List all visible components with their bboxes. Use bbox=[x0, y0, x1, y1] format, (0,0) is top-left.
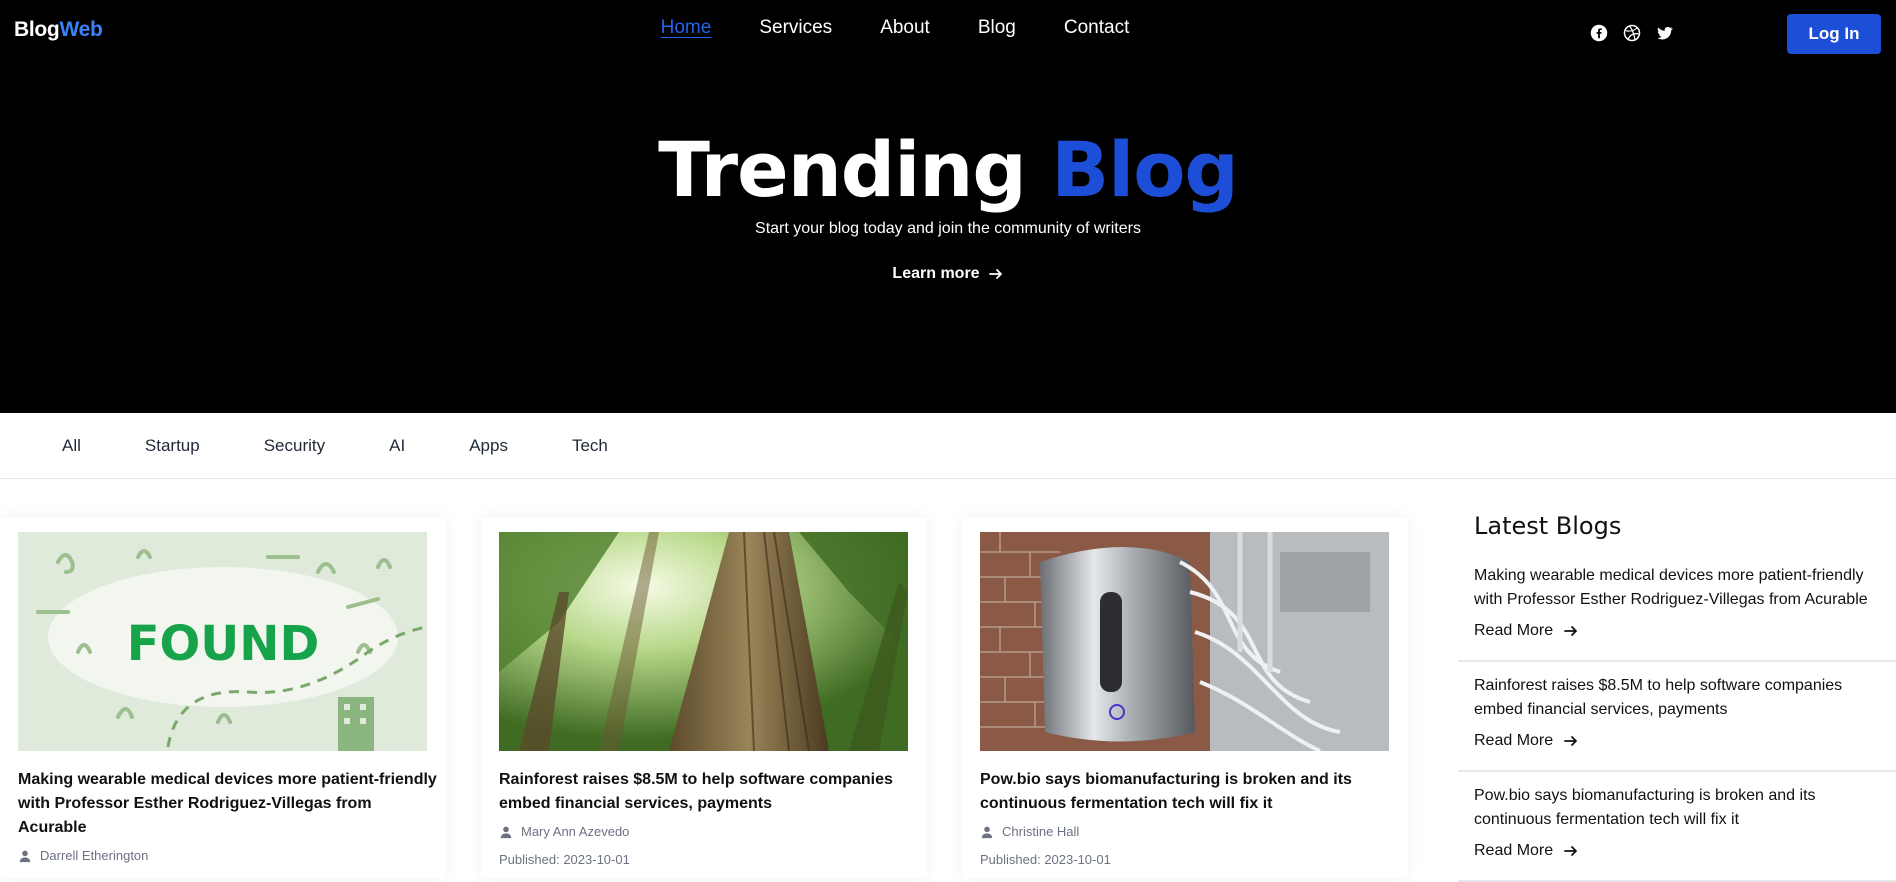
hero-subtitle: Start your blog today and join the commu… bbox=[755, 220, 1141, 237]
arrow-right-icon bbox=[1564, 846, 1578, 856]
facebook-icon[interactable] bbox=[1590, 24, 1608, 42]
twitter-icon[interactable] bbox=[1656, 24, 1674, 42]
card-author: Christine Hall bbox=[980, 824, 1079, 839]
tab-security[interactable]: Security bbox=[264, 436, 325, 456]
latest-blog-title[interactable]: Rainforest raises $8.5M to help software… bbox=[1474, 674, 1894, 722]
card-title[interactable]: Pow.bio says biomanufacturing is broken … bbox=[980, 768, 1400, 816]
read-more-link[interactable]: Read More bbox=[1474, 842, 1579, 860]
read-more-label: Read More bbox=[1474, 622, 1554, 639]
image-found-text: FOUND bbox=[127, 616, 320, 672]
category-tabs: All Startup Security AI Apps Tech bbox=[0, 413, 1896, 479]
learn-more-link[interactable]: Learn more bbox=[0, 265, 1896, 283]
hero-title-part2: Blog bbox=[1051, 125, 1239, 214]
read-more-label: Read More bbox=[1474, 842, 1554, 859]
tab-apps[interactable]: Apps bbox=[469, 436, 508, 456]
blog-card[interactable]: Rainforest raises $8.5M to help software… bbox=[481, 518, 927, 878]
nav-contact[interactable]: Contact bbox=[1064, 17, 1129, 39]
hero-section: BlogWeb Home Services About Blog Contact… bbox=[0, 0, 1896, 413]
latest-blog-item: Rainforest raises $8.5M to help software… bbox=[1458, 674, 1896, 772]
tab-ai[interactable]: AI bbox=[389, 436, 405, 456]
blog-card[interactable]: FOUND Making wearable medical devices mo… bbox=[0, 518, 446, 878]
read-more-label: Read More bbox=[1474, 732, 1554, 749]
latest-blog-title[interactable]: Making wearable medical devices more pat… bbox=[1474, 564, 1894, 612]
card-image-bioreactor[interactable] bbox=[980, 532, 1389, 751]
login-button[interactable]: Log In bbox=[1787, 14, 1881, 54]
card-author-name: Christine Hall bbox=[1002, 824, 1080, 839]
latest-blog-item: Pow.bio says biomanufacturing is broken … bbox=[1458, 784, 1896, 882]
dribbble-icon[interactable] bbox=[1623, 24, 1641, 42]
arrow-right-icon bbox=[1564, 626, 1578, 636]
card-title[interactable]: Rainforest raises $8.5M to help software… bbox=[499, 768, 919, 816]
latest-blog-item: Making wearable medical devices more pat… bbox=[1458, 564, 1896, 662]
read-more-link[interactable]: Read More bbox=[1474, 732, 1579, 750]
card-author-name: Darrell Etherington bbox=[40, 848, 149, 863]
hero-title: Trending Blog bbox=[0, 125, 1896, 214]
latest-blog-title[interactable]: Pow.bio says biomanufacturing is broken … bbox=[1474, 784, 1894, 832]
card-image-found[interactable]: FOUND bbox=[18, 532, 427, 751]
user-icon bbox=[981, 826, 993, 838]
latest-blogs-heading: Latest Blogs bbox=[1474, 512, 1622, 540]
arrow-right-icon bbox=[988, 269, 1002, 279]
nav-home[interactable]: Home bbox=[661, 17, 712, 39]
nav-blog[interactable]: Blog bbox=[978, 17, 1016, 39]
read-more-link[interactable]: Read More bbox=[1474, 622, 1579, 640]
user-icon bbox=[500, 826, 512, 838]
nav-services[interactable]: Services bbox=[759, 17, 832, 39]
hero-title-part1: Trending bbox=[658, 125, 1027, 214]
tab-all[interactable]: All bbox=[62, 436, 81, 456]
card-title[interactable]: Making wearable medical devices more pat… bbox=[18, 768, 438, 840]
learn-more-label: Learn more bbox=[892, 265, 980, 282]
arrow-right-icon bbox=[1564, 736, 1578, 746]
blog-card[interactable]: Pow.bio says biomanufacturing is broken … bbox=[962, 518, 1408, 878]
card-author: Darrell Etherington bbox=[18, 848, 148, 863]
card-image-rainforest[interactable] bbox=[499, 532, 908, 751]
tab-startup[interactable]: Startup bbox=[145, 436, 200, 456]
social-links bbox=[1590, 24, 1674, 42]
tab-tech[interactable]: Tech bbox=[572, 436, 608, 456]
user-icon bbox=[19, 850, 31, 862]
card-published: Published: 2023-10-01 bbox=[499, 852, 630, 867]
card-author: Mary Ann Azevedo bbox=[499, 824, 629, 839]
card-published: Published: 2023-10-01 bbox=[980, 852, 1111, 867]
card-author-name: Mary Ann Azevedo bbox=[521, 824, 630, 839]
nav-about[interactable]: About bbox=[880, 17, 930, 39]
